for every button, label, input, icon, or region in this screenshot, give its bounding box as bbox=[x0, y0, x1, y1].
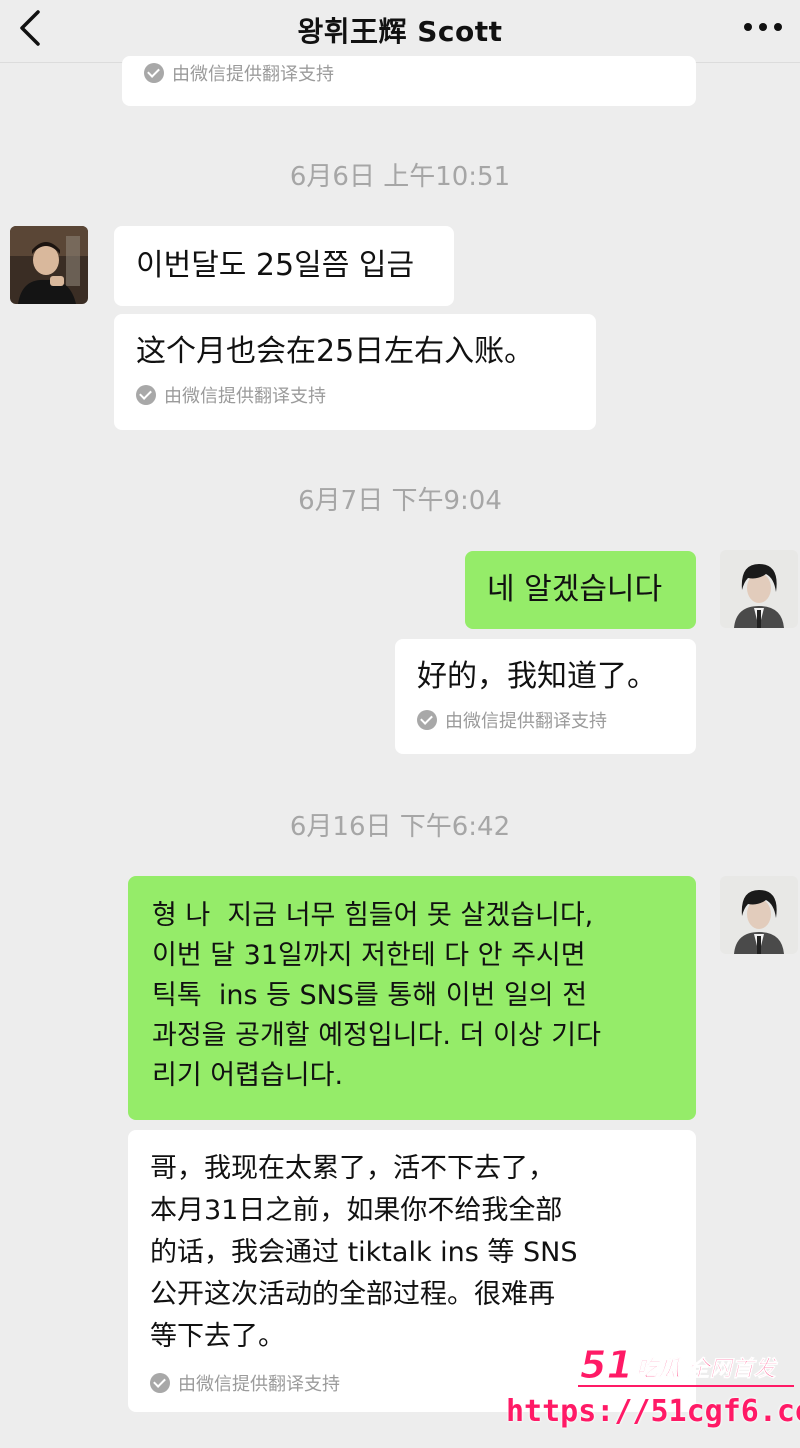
more-button[interactable] bbox=[740, 10, 786, 44]
translation-text: 这个月也会在25日左右入账。 bbox=[136, 334, 535, 369]
my-avatar-photo bbox=[720, 550, 798, 628]
translation-note: 由微信提供翻译支持 bbox=[144, 60, 674, 86]
message-bubble-outgoing[interactable]: 네 알겠습니다 bbox=[465, 551, 696, 629]
svg-text:吃瓜 全网首发: 吃瓜 全网首发 bbox=[636, 1356, 779, 1382]
message-text: 네 알겠습니다 bbox=[487, 572, 663, 607]
check-circle-icon bbox=[417, 710, 437, 730]
contact-avatar-photo bbox=[10, 226, 88, 304]
chat-header: 왕휘王辉 Scott bbox=[0, 0, 800, 63]
svg-text:51: 51 bbox=[580, 1343, 633, 1387]
check-circle-icon bbox=[150, 1373, 170, 1393]
translation-text: 哥，我现在太累了，活不下去了， 本月31日之前，如果你不给我全部 的话，我会通过… bbox=[150, 1153, 578, 1352]
contact-avatar[interactable] bbox=[10, 226, 88, 304]
ellipsis-icon bbox=[744, 23, 782, 31]
my-avatar[interactable] bbox=[720, 550, 798, 628]
message-bubble-incoming[interactable]: 이번달도 25일쯤 입금 bbox=[114, 226, 454, 306]
translation-text: 好的，我知道了。 bbox=[417, 659, 657, 694]
message-bubble-outgoing[interactable]: 형 나 지금 너무 힘들어 못 살겠습니다, 이번 달 31일까지 저한테 다 … bbox=[128, 876, 696, 1120]
message-text: 형 나 지금 너무 힘들어 못 살겠습니다, 이번 달 31일까지 저한테 다 … bbox=[152, 900, 601, 1091]
check-circle-icon bbox=[144, 63, 164, 83]
translation-note: 由微信提供翻译支持 bbox=[136, 382, 574, 408]
watermark-logo-graphic: 51 吃瓜 全网首发 bbox=[578, 1343, 794, 1388]
my-avatar-photo bbox=[720, 876, 798, 954]
watermark-url: https://51cgf6.com bbox=[506, 1394, 800, 1429]
timestamp: 6月16日 下午6:42 bbox=[289, 812, 511, 842]
translation-bubble[interactable]: 这个月也会在25日左右入账。 由微信提供翻译支持 bbox=[114, 314, 596, 430]
timestamp: 6月6日 上午10:51 bbox=[289, 162, 511, 192]
my-avatar[interactable] bbox=[720, 876, 798, 954]
translation-note: 由微信提供翻译支持 bbox=[417, 707, 674, 733]
chat-title: 왕휘王辉 Scott bbox=[297, 15, 503, 48]
watermark-logo: 51 吃瓜 全网首发 bbox=[578, 1340, 796, 1390]
message-text: 이번달도 25일쯤 입금 bbox=[136, 248, 415, 283]
check-circle-icon bbox=[136, 385, 156, 405]
timestamp: 6月7日 下午9:04 bbox=[298, 486, 502, 516]
translation-bubble-partial[interactable]: 由微信提供翻译支持 bbox=[122, 56, 696, 106]
translation-bubble[interactable]: 好的，我知道了。 由微信提供翻译支持 bbox=[395, 639, 696, 754]
